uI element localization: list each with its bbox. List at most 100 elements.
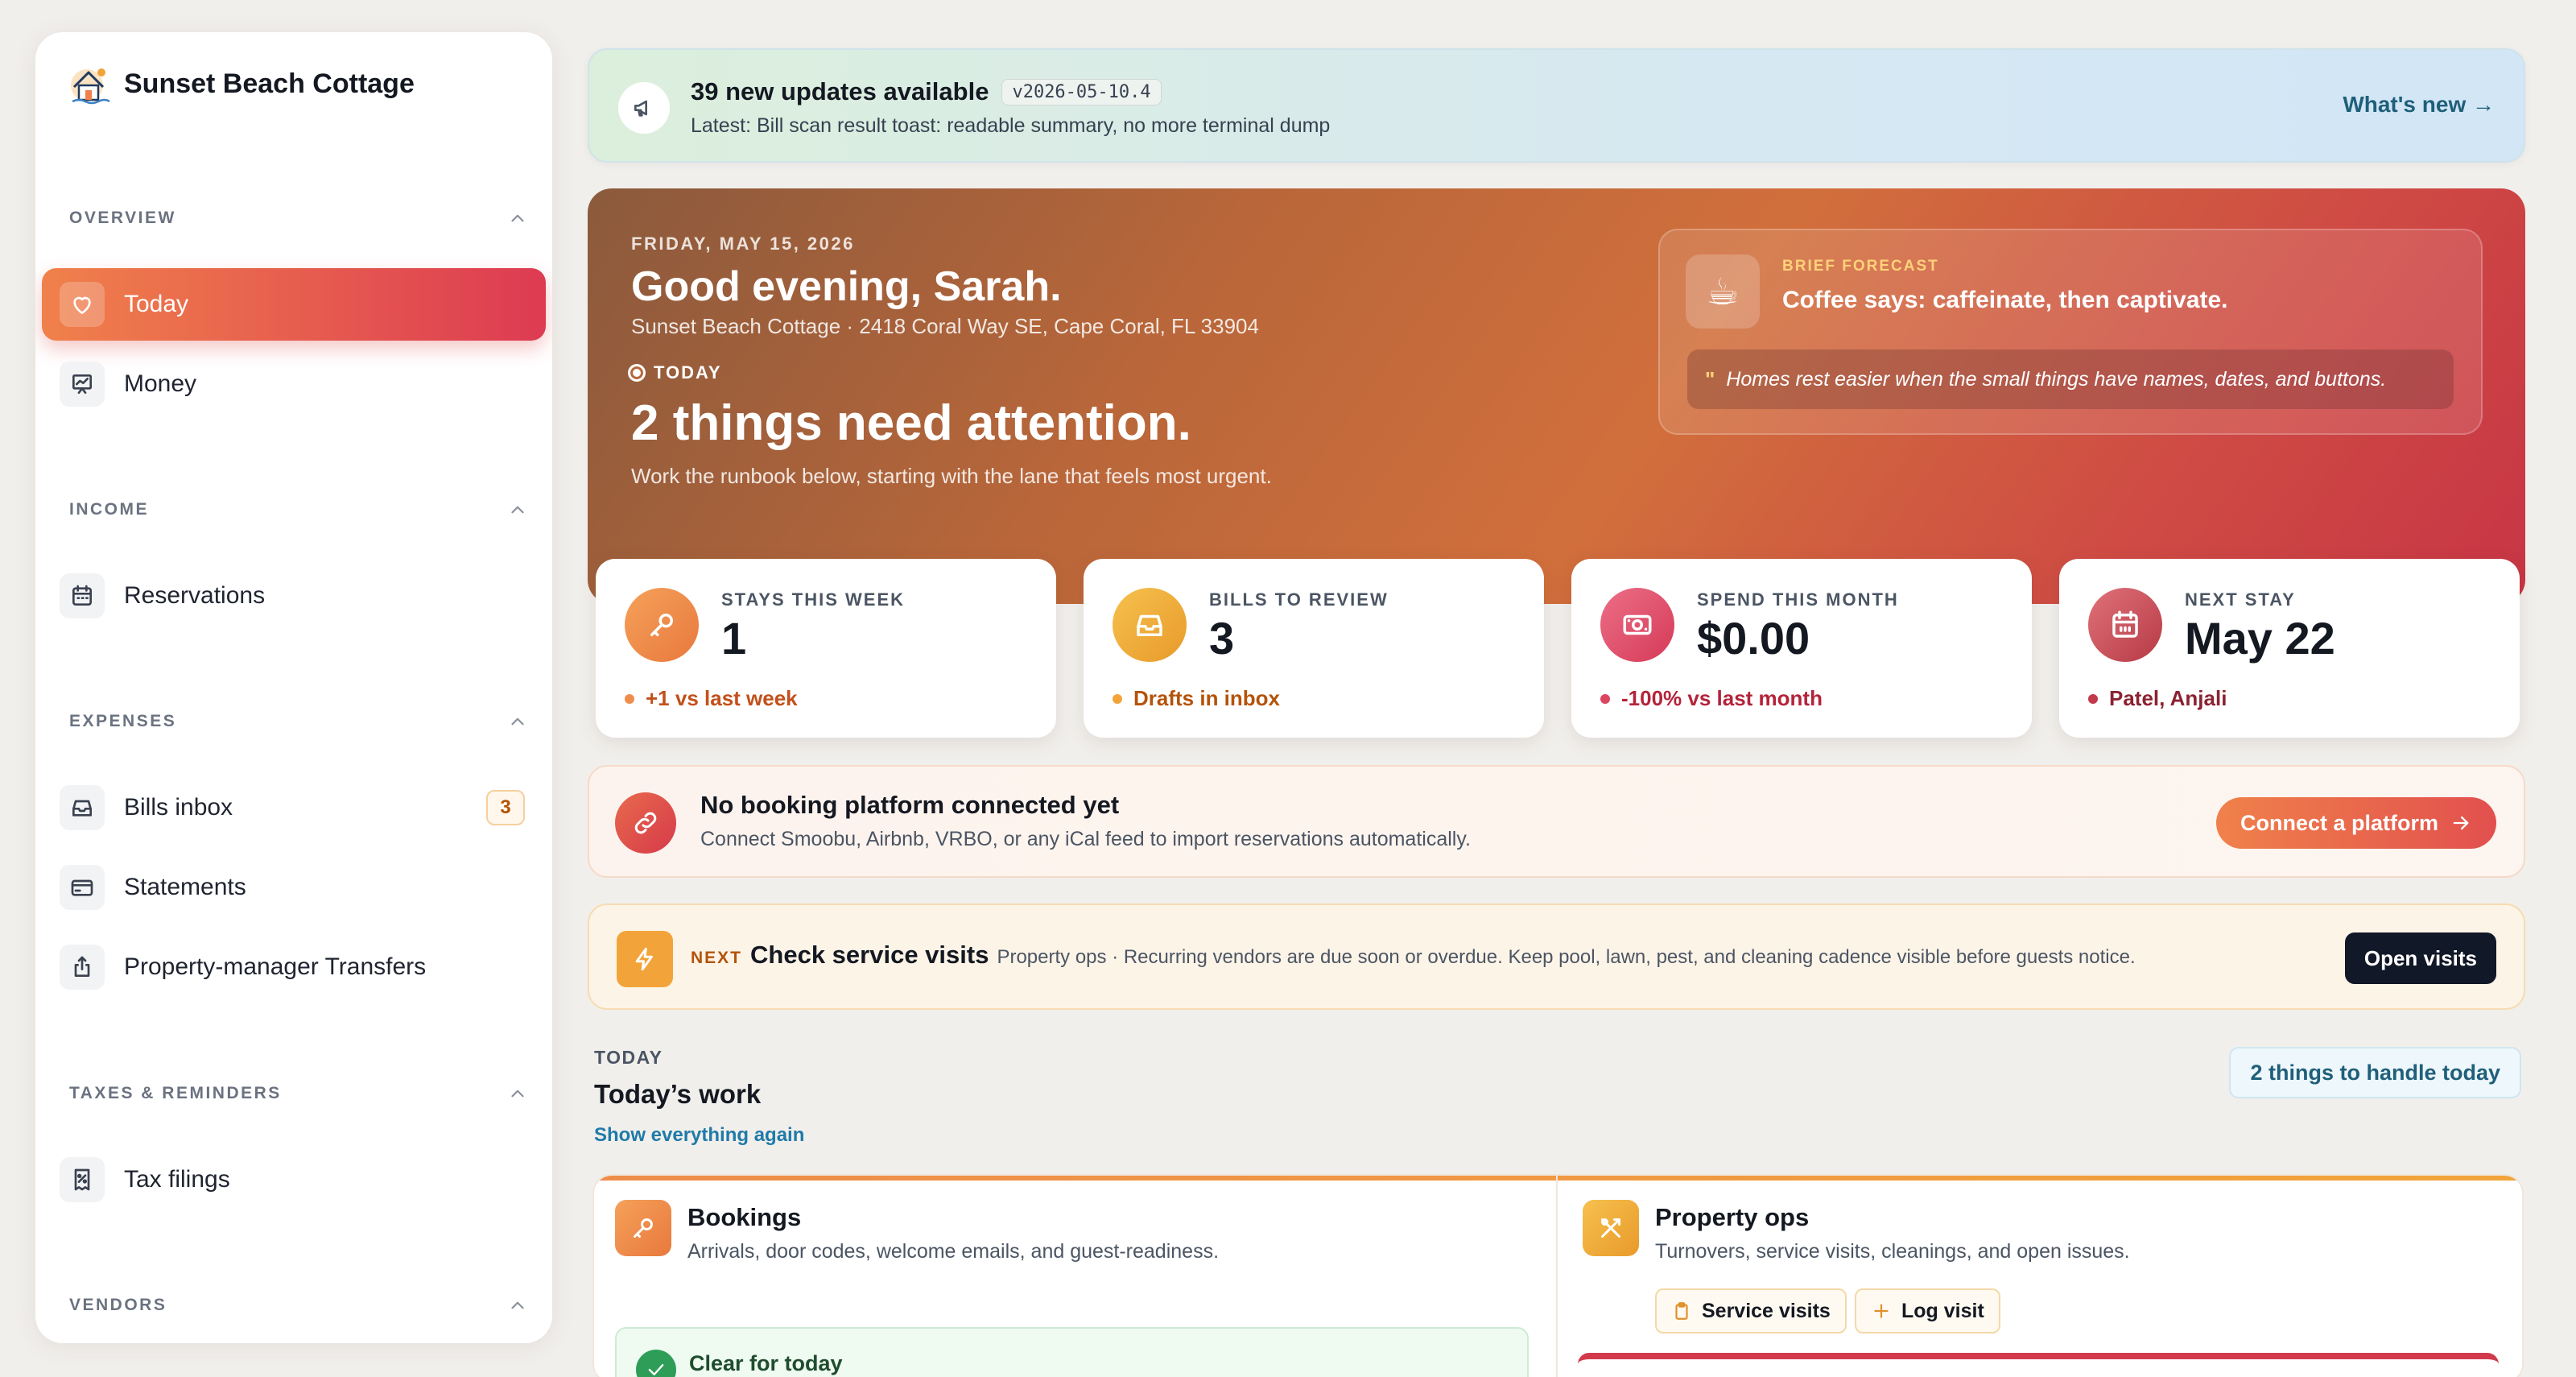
section-vendors-title: VENDORS: [69, 1296, 167, 1314]
lane-subtitle: Turnovers, service visits, cleanings, an…: [1655, 1240, 2130, 1263]
connect-button-label: Connect a platform: [2240, 810, 2438, 835]
sidebar-item-tax-filings[interactable]: Tax filings: [42, 1143, 546, 1216]
stat-foot: Patel, Anjali: [2088, 686, 2227, 711]
inbox-icon: [60, 785, 105, 830]
section-expenses-title: EXPENSES: [69, 712, 177, 730]
greeting: Good evening, Sarah.: [631, 263, 1062, 310]
stat-card-stays[interactable]: STAYS THIS WEEK 1 +1 vs last week: [596, 559, 1056, 738]
stat-card-bills[interactable]: BILLS TO REVIEW 3 Drafts in inbox: [1084, 559, 1544, 738]
calendar-icon: [2088, 588, 2162, 662]
things-today-badge[interactable]: 2 things to handle today: [2229, 1047, 2521, 1098]
key-icon: [615, 1200, 671, 1256]
stat-value: $0.00: [1697, 613, 1810, 664]
share-upload-icon: [60, 945, 105, 990]
next-label: NEXT: [691, 949, 743, 967]
sidebar-item-transfers[interactable]: Property-manager Transfers: [42, 931, 546, 1003]
section-overview[interactable]: OVERVIEW: [69, 208, 528, 229]
update-subtitle: Latest: Bill scan result toast: readable…: [691, 114, 1331, 137]
stat-foot: +1 vs last week: [625, 686, 798, 711]
stat-label: NEXT STAY: [2185, 589, 2296, 610]
work-lanes: Bookings Arrivals, door codes, welcome e…: [592, 1174, 2524, 1377]
update-banner: 39 new updates available v2026-05-10.4 L…: [588, 48, 2525, 163]
connect-platform-banner: No booking platform connected yet Connec…: [588, 765, 2525, 878]
lane-divider: [1556, 1176, 1558, 1377]
stat-value: 1: [721, 613, 747, 664]
property-address: Sunset Beach Cottage · 2418 Coral Way SE…: [631, 314, 1259, 338]
sidebar: Sunset Beach Cottage OVERVIEW Today Mone…: [35, 32, 552, 1343]
open-visits-button[interactable]: Open visits: [2344, 932, 2496, 984]
section-vendors[interactable]: VENDORS: [69, 1295, 528, 1316]
plus-icon: [1871, 1300, 1892, 1321]
stat-card-next-stay[interactable]: NEXT STAY May 22 Patel, Anjali: [2059, 559, 2520, 738]
receipt-percent-icon: [60, 1157, 105, 1202]
section-taxes-title: TAXES & REMINDERS: [69, 1084, 282, 1102]
lane-title: Bookings: [687, 1203, 802, 1231]
show-everything-link[interactable]: Show everything again: [594, 1124, 804, 1147]
today-label: TODAY: [628, 362, 722, 383]
brand[interactable]: Sunset Beach Cottage: [68, 61, 415, 106]
key-icon: [625, 588, 699, 662]
clear-label: Clear for today: [689, 1351, 843, 1375]
forecast-quote-text: Homes rest easier when the small things …: [1726, 367, 2387, 391]
forecast-quote: " Homes rest easier when the small thing…: [1687, 349, 2454, 409]
check-icon: [636, 1350, 676, 1377]
megaphone-icon: [618, 82, 670, 134]
stat-card-spend[interactable]: SPEND THIS MONTH $0.00 -100% vs last mon…: [1571, 559, 2032, 738]
sidebar-item-label: Money: [124, 370, 197, 397]
stat-foot: -100% vs last month: [1600, 686, 1823, 711]
service-visits-chip[interactable]: Service visits: [1655, 1288, 1847, 1334]
section-income-title: INCOME: [69, 500, 149, 519]
chart-board-icon: [60, 362, 105, 407]
lane-title: Property ops: [1655, 1203, 1810, 1231]
forecast-line: Coffee says: caffeinate, then captivate.: [1782, 287, 2228, 313]
bills-count-badge: 3: [486, 790, 525, 825]
hero-date: FRIDAY, MAY 15, 2026: [631, 234, 855, 254]
section-expenses[interactable]: EXPENSES: [69, 711, 528, 732]
next-title: Check service visits: [750, 941, 989, 969]
sidebar-item-statements[interactable]: Statements: [42, 851, 546, 924]
stat-foot: Drafts in inbox: [1113, 686, 1280, 711]
next-subtitle: Property ops · Recurring vendors are due…: [997, 946, 2136, 968]
sidebar-item-money[interactable]: Money: [42, 348, 546, 420]
cottage-logo-icon: [68, 61, 113, 106]
section-income[interactable]: INCOME: [69, 499, 528, 520]
chevron-up-icon: [507, 1295, 528, 1316]
urgent-item-card[interactable]: [1578, 1353, 2499, 1377]
today-label-text: TODAY: [654, 362, 722, 382]
connect-subtitle: Connect Smoobu, Airbnb, VRBO, or any iCa…: [700, 828, 1471, 850]
stat-label: STAYS THIS WEEK: [721, 589, 906, 610]
section-taxes[interactable]: TAXES & REMINDERS: [69, 1083, 528, 1104]
whats-new-link[interactable]: What's new →: [2343, 92, 2495, 118]
sidebar-item-bills-inbox[interactable]: Bills inbox 3: [42, 771, 546, 844]
stat-label: SPEND THIS MONTH: [1697, 589, 1899, 610]
clipboard-icon: [1671, 1300, 1692, 1321]
sidebar-item-today[interactable]: Today: [42, 268, 546, 341]
card-icon: [60, 865, 105, 910]
log-visit-chip[interactable]: Log visit: [1855, 1288, 2000, 1334]
chevron-up-icon: [507, 499, 528, 520]
stat-foot-text: Drafts in inbox: [1133, 686, 1281, 710]
sidebar-item-label: Statements: [124, 874, 246, 900]
update-title: 39 new updates available: [691, 77, 989, 105]
sidebar-item-reservations[interactable]: Reservations: [42, 560, 546, 632]
attention-headline: 2 things need attention.: [631, 395, 1191, 451]
link-icon: [615, 792, 676, 854]
sidebar-item-label: Today: [124, 291, 189, 317]
heart-icon: [60, 282, 105, 327]
stat-label: BILLS TO REVIEW: [1209, 589, 1389, 610]
brand-name: Sunset Beach Cottage: [124, 68, 415, 99]
clear-for-today-card: Clear for today: [615, 1327, 1529, 1377]
today-section-label: TODAY: [594, 1047, 663, 1068]
connect-platform-button[interactable]: Connect a platform: [2215, 797, 2496, 849]
stat-foot-text: -100% vs last month: [1621, 686, 1823, 710]
section-overview-title: OVERVIEW: [69, 209, 176, 227]
lane-subtitle: Arrivals, door codes, welcome emails, an…: [687, 1240, 1220, 1263]
calendar-icon: [60, 573, 105, 618]
brief-forecast-card: ☕ BRIEF FORECAST Coffee says: caffeinate…: [1658, 229, 2483, 435]
sidebar-item-label: Reservations: [124, 582, 266, 609]
tools-icon: [1583, 1200, 1639, 1256]
stat-value: May 22: [2185, 613, 2335, 664]
money-icon: [1600, 588, 1674, 662]
radio-dot-icon: [628, 364, 646, 382]
stat-value: 3: [1209, 613, 1235, 664]
